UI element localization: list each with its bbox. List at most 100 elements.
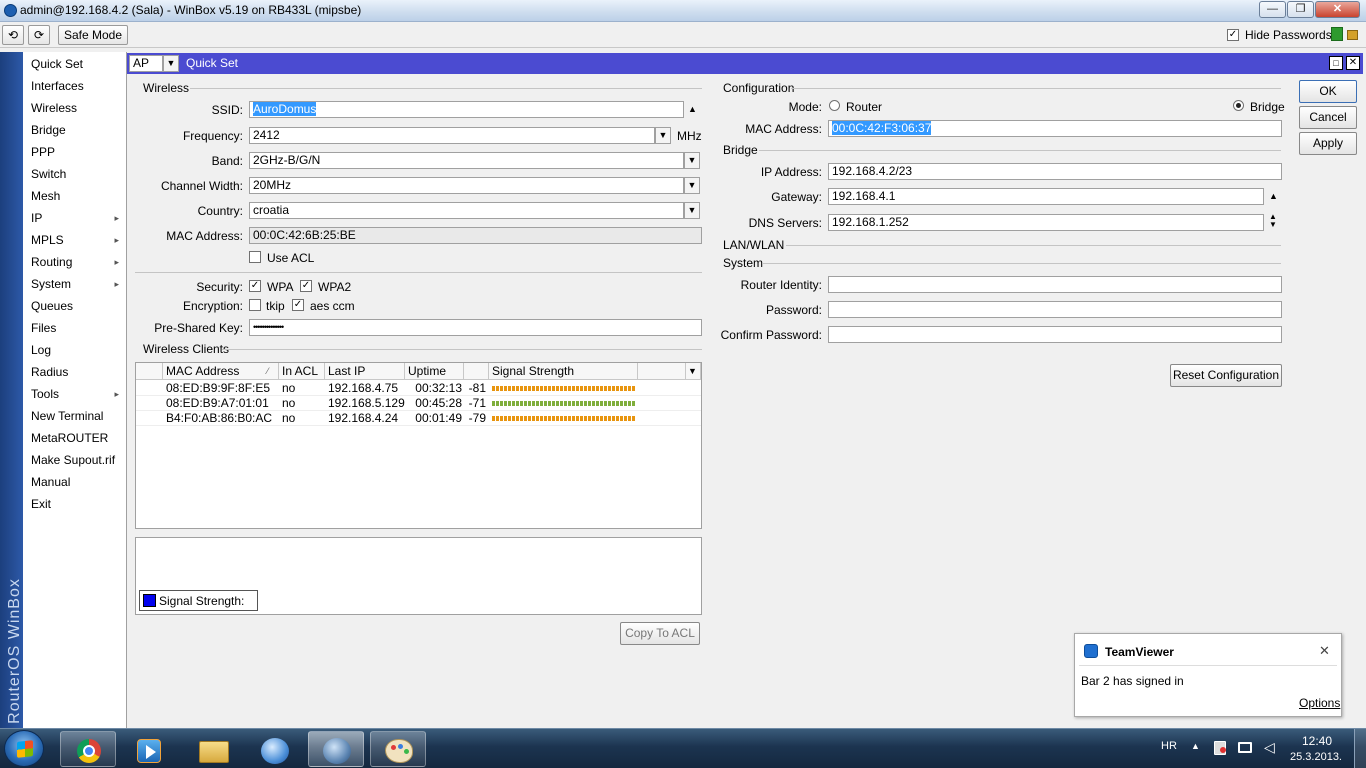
sidebar-item-log[interactable]: Log [31, 340, 123, 360]
show-desktop-button[interactable] [1354, 729, 1366, 768]
cancel-button[interactable]: Cancel [1299, 106, 1357, 129]
column-header-signal-value[interactable] [464, 363, 489, 380]
redo-button[interactable]: ⟳ [28, 25, 50, 45]
copy-to-acl-button[interactable]: Copy To ACL [620, 622, 700, 645]
submenu-arrow-icon: ▸ [114, 279, 119, 289]
gateway-collapse-arrow[interactable]: ▲ [1269, 191, 1278, 201]
sidebar-item-wireless[interactable]: Wireless [31, 98, 123, 118]
confirm-password-input[interactable] [828, 326, 1282, 343]
mode-select[interactable]: AP [129, 55, 163, 72]
frequency-input[interactable]: 2412 [249, 127, 655, 144]
sidebar-item-interfaces[interactable]: Interfaces [31, 76, 123, 96]
maximize-button[interactable]: ❐ [1287, 1, 1314, 18]
table-column-header[interactable] [638, 363, 686, 380]
language-indicator[interactable]: HR [1161, 740, 1177, 752]
sidebar-item-new-terminal[interactable]: New Terminal [31, 406, 123, 426]
reset-configuration-button[interactable]: Reset Configuration [1170, 364, 1282, 387]
password-input[interactable] [828, 301, 1282, 318]
column-header-signal-strength[interactable]: Signal Strength [489, 363, 638, 380]
usb-device-icon[interactable] [1214, 741, 1226, 755]
sidebar-item-queues[interactable]: Queues [31, 296, 123, 316]
sidebar-item-ppp[interactable]: PPP [31, 142, 123, 162]
dns-add-remove-arrows[interactable]: ▲ ▼ [1269, 213, 1277, 229]
network-icon[interactable] [1238, 742, 1252, 753]
close-button[interactable]: ✕ [1315, 1, 1360, 18]
sidebar-item-quick-set[interactable]: Quick Set [31, 54, 123, 74]
column-header-uptime[interactable]: Uptime [405, 363, 464, 380]
sidebar-item-ip[interactable]: IP ▸ [31, 208, 123, 228]
clock-date[interactable]: 25.3.2013. [1290, 751, 1342, 763]
router-radio-label: Router [846, 100, 883, 114]
channel-width-select[interactable]: 20MHz [249, 177, 684, 194]
start-button[interactable] [4, 730, 44, 767]
country-select[interactable]: croatia [249, 202, 684, 219]
hide-passwords-checkbox[interactable]: ✓ [1227, 29, 1239, 41]
sidebar-item-mpls[interactable]: MPLS ▸ [31, 230, 123, 250]
frequency-dropdown[interactable]: ▼ [655, 127, 671, 144]
volume-icon[interactable]: ◁ [1264, 739, 1275, 756]
band-select[interactable]: 2GHz-B/G/N [249, 152, 684, 169]
router-radio[interactable] [829, 100, 840, 111]
sidebar-item-exit[interactable]: Exit [31, 494, 123, 514]
table-row[interactable]: 08:ED:B9:9F:8F:E5 no 192.168.4.75 00:32:13-… [136, 381, 701, 396]
ok-button[interactable]: OK [1299, 80, 1357, 103]
config-mac-label: MAC Address: [745, 122, 822, 136]
sidebar-item-switch[interactable]: Switch [31, 164, 123, 184]
column-header-last-ip[interactable]: Last IP [325, 363, 405, 380]
wireless-mac-field: 00:0C:42:6B:25:BE [249, 227, 702, 244]
channel-width-dropdown[interactable]: ▼ [684, 177, 700, 194]
sidebar-item-mesh[interactable]: Mesh [31, 186, 123, 206]
minimize-button[interactable]: — [1259, 1, 1286, 18]
psk-input[interactable]: •••••••••••••• [249, 319, 702, 336]
router-identity-input[interactable] [828, 276, 1282, 293]
table-row[interactable]: B4:F0:AB:86:B0:AC no 192.168.4.24 00:01:49-… [136, 411, 701, 426]
ip-address-input[interactable]: 192.168.4.2/23 [828, 163, 1282, 180]
sidebar-item-manual[interactable]: Manual [31, 472, 123, 492]
window-maximize-button[interactable]: □ [1329, 56, 1343, 70]
notification-close-icon[interactable]: ✕ [1319, 643, 1330, 659]
gateway-input[interactable]: 192.168.4.1 [828, 188, 1264, 205]
apply-button[interactable]: Apply [1299, 132, 1357, 155]
sidebar-item-make-supout-rif[interactable]: Make Supout.rif [31, 450, 123, 470]
country-dropdown[interactable]: ▼ [684, 202, 700, 219]
taskbar-explorer[interactable] [184, 731, 240, 767]
sidebar-item-radius[interactable]: Radius [31, 362, 123, 382]
table-column-header[interactable] [136, 363, 163, 380]
sidebar-item-routing[interactable]: Routing ▸ [31, 252, 123, 272]
aes-ccm-checkbox[interactable]: ✓ [292, 299, 304, 311]
dns-servers-input[interactable]: 192.168.1.252 [828, 214, 1264, 231]
window-title-bar[interactable]: admin@192.168.4.2 (Sala) - WinBox v5.19 … [0, 0, 1366, 22]
tkip-checkbox[interactable] [249, 299, 261, 311]
taskbar-chrome[interactable] [60, 731, 116, 767]
taskbar-paint[interactable] [370, 731, 426, 767]
wpa2-checkbox[interactable]: ✓ [300, 280, 312, 292]
undo-button[interactable]: ⟲ [2, 25, 24, 45]
column-header-in-acl[interactable]: In ACL [279, 363, 325, 380]
tray-expand-icon[interactable]: ▲ [1191, 741, 1200, 751]
band-dropdown[interactable]: ▼ [684, 152, 700, 169]
sidebar-item-metarouter[interactable]: MetaROUTER [31, 428, 123, 448]
ssid-input[interactable]: AuroDomus [249, 101, 684, 118]
mode-select-dropdown[interactable]: ▼ [163, 55, 179, 72]
use-acl-checkbox[interactable] [249, 251, 261, 263]
taskbar-media-player[interactable] [122, 731, 178, 767]
clock-time[interactable]: 12:40 [1302, 734, 1332, 748]
config-mac-input[interactable]: 00:0C:42:F3:06:37 [828, 120, 1282, 137]
sidebar-item-tools[interactable]: Tools ▸ [31, 384, 123, 404]
wpa-checkbox[interactable]: ✓ [249, 280, 261, 292]
bridge-radio[interactable] [1233, 100, 1244, 111]
wireless-clients-table[interactable]: MAC Address ⁄ In ACL Last IP Uptime Sign… [135, 362, 702, 529]
teamviewer-options-link[interactable]: Options [1299, 696, 1340, 710]
sidebar-item-system[interactable]: System ▸ [31, 274, 123, 294]
ssid-collapse-arrow[interactable]: ▲ [688, 104, 697, 114]
sidebar-item-files[interactable]: Files [31, 318, 123, 338]
sidebar-item-bridge[interactable]: Bridge [31, 120, 123, 140]
column-chooser-dropdown[interactable]: ▼ [686, 363, 701, 380]
safe-mode-button[interactable]: Safe Mode [58, 25, 128, 45]
window-close-button[interactable]: ✕ [1346, 56, 1360, 70]
taskbar-thunderbird[interactable] [246, 731, 302, 767]
table-row[interactable]: 08:ED:B9:A7:01:01 no 192.168.5.129 00:45:28… [136, 396, 701, 411]
column-header-mac[interactable]: MAC Address [163, 363, 279, 380]
frequency-label: Frequency: [182, 129, 243, 143]
taskbar-winbox[interactable] [308, 731, 364, 767]
